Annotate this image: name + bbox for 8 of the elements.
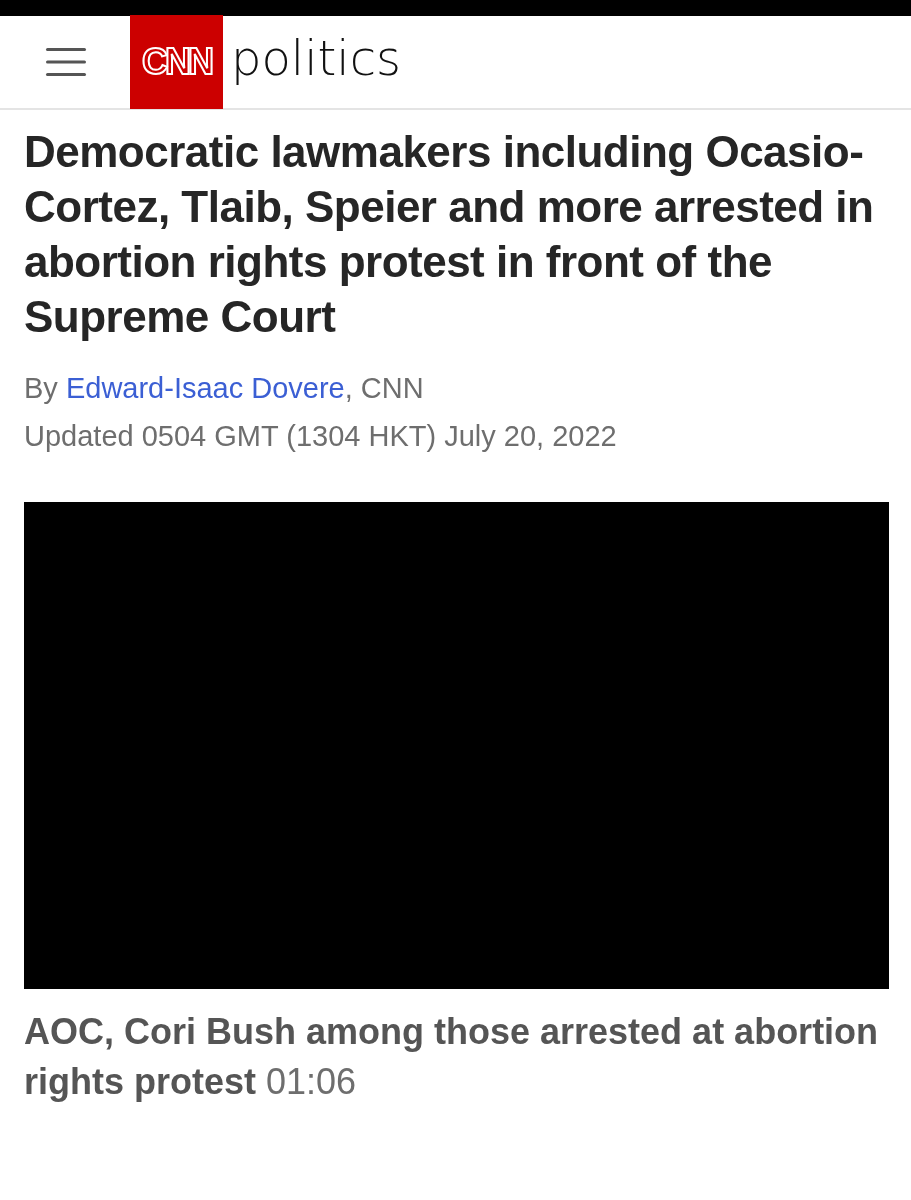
section-title: politics: [231, 29, 402, 88]
timestamp: Updated 0504 GMT (1304 HKT) July 20, 2022: [24, 419, 618, 454]
headline: Democratic lawmakers including Ocasio-Cortez, Tlaib, Speier and more arrested in abortion rights protest in front of the Supreme Court: [24, 126, 875, 343]
menu-icon[interactable]: [44, 45, 88, 79]
byline: By Edward-Isaac Dovere, CNN: [24, 371, 425, 406]
video-caption: AOC, Cori Bush among those arrested at abortion rights protest 01:06: [24, 1010, 880, 1104]
logo[interactable]: CNN: [130, 15, 223, 109]
author-link[interactable]: Edward-Isaac Dovere: [65, 372, 345, 404]
